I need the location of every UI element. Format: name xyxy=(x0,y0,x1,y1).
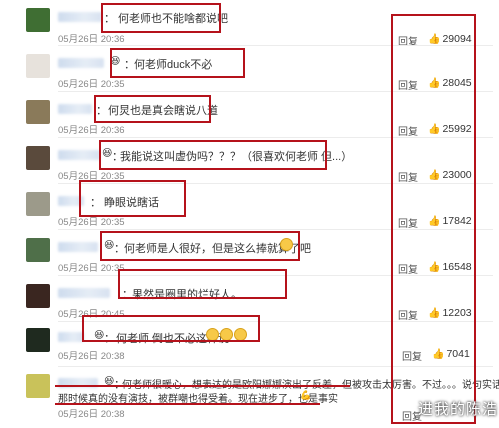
reply-button[interactable]: 回复 xyxy=(398,169,418,184)
like-button[interactable]: 👍 17842 xyxy=(428,215,472,227)
username-blurred[interactable] xyxy=(58,288,110,298)
smile-emoji-icons xyxy=(206,328,248,341)
colon-separator: ： xyxy=(90,197,101,209)
like-count: 23000 xyxy=(442,169,472,181)
user-avatar[interactable] xyxy=(26,284,50,308)
thumbs-up-icon: 👍 xyxy=(428,170,441,181)
user-avatar[interactable] xyxy=(26,100,50,124)
thumbs-up-icon: 👍 xyxy=(428,34,441,45)
comment-time: 05月26日 20:38 xyxy=(58,351,125,362)
thumbs-up-icon: 👍 xyxy=(428,124,441,135)
reply-button[interactable]: 回复 xyxy=(398,307,418,322)
divider xyxy=(58,45,493,46)
like-count: 17842 xyxy=(442,215,472,227)
comment-meta: 05月26日 20:35 xyxy=(58,168,125,182)
thumbs-up-icon: 👍 xyxy=(428,216,441,227)
like-button[interactable]: 👍 7041 xyxy=(432,348,470,360)
comment-time: 05月26日 20:35 xyxy=(58,79,125,90)
comment-meta: 05月26日 20:35 xyxy=(58,76,125,90)
username-blurred[interactable] xyxy=(58,104,92,114)
user-avatar[interactable] xyxy=(26,146,50,170)
reply-button[interactable]: 回复 xyxy=(398,261,418,276)
reply-button[interactable]: 回复 xyxy=(398,77,418,92)
comment-text-line2: 那时候真的没有演技，被群嘲也得受着。现在进步了，也是事实 xyxy=(58,394,338,405)
comment-meta: 05月26日 20:36 xyxy=(58,122,125,136)
like-button[interactable]: 👍 23000 xyxy=(428,169,472,181)
username-blurred[interactable] xyxy=(58,378,98,388)
username-blurred[interactable] xyxy=(58,58,104,68)
like-count: 12203 xyxy=(442,307,472,319)
like-button[interactable]: 👍 28045 xyxy=(428,77,472,89)
comment-time: 05月26日 20:38 xyxy=(58,409,125,420)
comment-text: 何炅也是真会瞎说八道 xyxy=(108,105,218,117)
user-avatar[interactable] xyxy=(26,192,50,216)
colon-separator: ： xyxy=(104,333,115,345)
emoji-icon: 😆 xyxy=(102,148,113,159)
comment-text: 何老师也不能啥都说吧 xyxy=(118,13,228,25)
user-avatar[interactable] xyxy=(26,328,50,352)
divider xyxy=(58,183,493,184)
comment-screenshot: ： 何老师也不能啥都说吧 05月26日 20:36 回复 👍 29094 😆 ： … xyxy=(0,0,499,428)
username-blurred[interactable] xyxy=(58,150,100,160)
comment-text: 睁眼说瞎话 xyxy=(104,197,159,209)
username-blurred[interactable] xyxy=(58,12,102,22)
divider xyxy=(58,321,493,322)
comment-time: 05月26日 20:36 xyxy=(58,125,125,136)
laughing-emoji-icon xyxy=(280,238,294,251)
like-count: 7041 xyxy=(446,348,470,360)
like-button[interactable]: 👍 16548 xyxy=(428,261,472,273)
user-avatar[interactable] xyxy=(26,374,50,398)
like-button[interactable]: 👍 29094 xyxy=(428,33,472,45)
emoji-icon: 😆 xyxy=(94,330,105,341)
divider xyxy=(58,137,493,138)
like-count: 16548 xyxy=(442,261,472,273)
emoji-icon: 😆 xyxy=(104,376,115,387)
comment-meta: 05月26日 20:36 xyxy=(58,31,125,45)
like-button[interactable]: 👍 25992 xyxy=(428,123,472,135)
colon-separator: ： xyxy=(96,105,107,117)
like-count: 28045 xyxy=(442,77,472,89)
colon-separator: ： xyxy=(104,13,115,25)
username-blurred[interactable] xyxy=(58,196,84,206)
divider xyxy=(58,366,493,367)
user-avatar[interactable] xyxy=(26,238,50,262)
like-count: 29094 xyxy=(442,33,472,45)
user-avatar[interactable] xyxy=(26,8,50,32)
username-blurred[interactable] xyxy=(58,242,98,252)
comment-time: 05月26日 20:36 xyxy=(58,34,125,45)
comment-meta: 05月26日 20:35 xyxy=(58,260,125,274)
comment-time: 05月26日 20:35 xyxy=(58,217,125,228)
thumbs-up-icon: 👍 xyxy=(432,349,445,360)
thumbs-up-icon: 👍 xyxy=(428,78,441,89)
comment-meta: 05月26日 20:38 xyxy=(58,406,125,420)
username-blurred[interactable] xyxy=(58,332,84,342)
reply-button[interactable]: 回复 xyxy=(398,123,418,138)
thumbs-up-icon: 👍 xyxy=(428,308,441,319)
comment-time: 05月26日 20:35 xyxy=(58,171,125,182)
comment-text: 果然是圈里的烂好人。 xyxy=(132,289,242,301)
comment-time: 05月26日 20:45 xyxy=(58,309,125,320)
comment-time: 05月26日 20:35 xyxy=(58,263,125,274)
reply-button[interactable]: 回复 xyxy=(398,215,418,230)
comment-meta: 05月26日 20:38 xyxy=(58,348,125,362)
divider xyxy=(58,91,493,92)
reply-button[interactable]: 回复 xyxy=(402,348,422,363)
like-count: 25992 xyxy=(442,123,472,135)
divider xyxy=(58,229,493,230)
thumbs-up-icon: 👍 xyxy=(428,262,441,273)
divider xyxy=(58,275,493,276)
strong-emoji-icon: 💪 xyxy=(300,390,312,400)
comment-text: 何老师duck不必 xyxy=(134,59,213,71)
comment-meta: 05月26日 20:45 xyxy=(58,306,125,320)
comment-meta: 05月26日 20:35 xyxy=(58,214,125,228)
comment-text: 我能说这叫虚伪吗？？？（很喜欢何老师 但...） xyxy=(120,151,353,163)
watermark: 进我的陈浩 xyxy=(418,401,499,418)
like-button[interactable]: 👍 12203 xyxy=(428,307,472,319)
emoji-icon: 😆 xyxy=(110,56,121,67)
emoji-icon: 😆 xyxy=(104,240,115,251)
user-avatar[interactable] xyxy=(26,54,50,78)
